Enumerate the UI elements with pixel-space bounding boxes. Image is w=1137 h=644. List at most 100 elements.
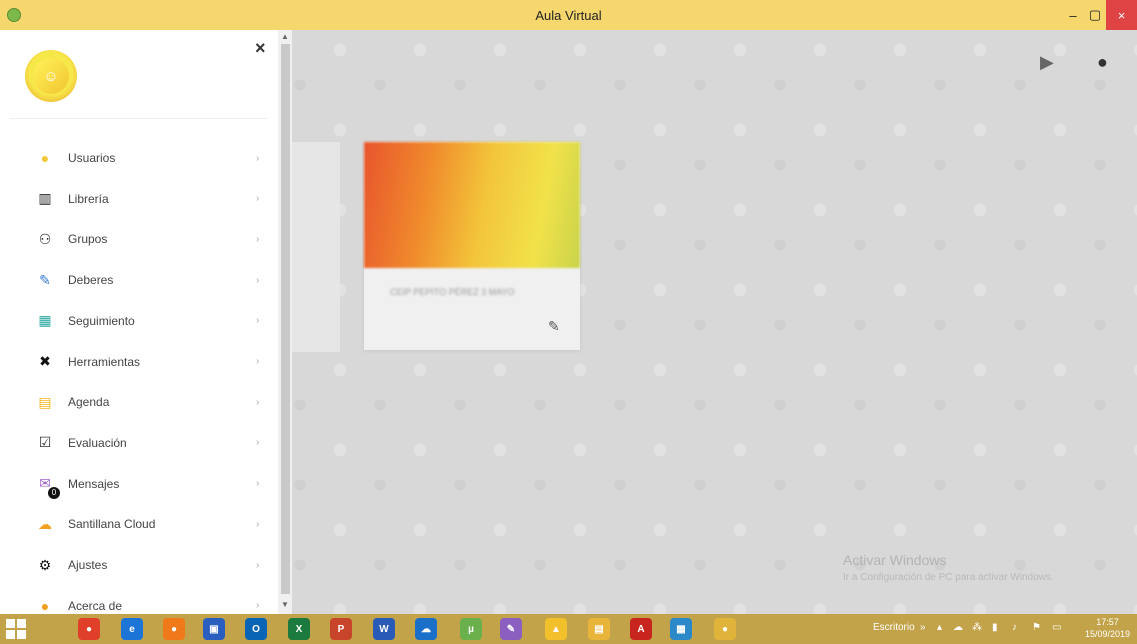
sidebar-item-libreria[interactable]: ▥ Librería › — [0, 179, 278, 219]
scroll-thumb[interactable] — [281, 44, 290, 594]
sidebar-item-label: Santillana Cloud — [68, 517, 156, 532]
chevron-right-icon: › — [256, 396, 260, 408]
chrome-active-icon[interactable]: ● — [714, 618, 736, 640]
folder-icon[interactable]: ▤ — [588, 618, 610, 640]
desktop-toolbar-label[interactable]: Escritorio — [873, 622, 915, 633]
firefox-icon[interactable]: ● — [163, 618, 185, 640]
clock-time: 17:57 — [1096, 617, 1119, 627]
chevron-right-icon: › — [256, 600, 260, 612]
volume-icon[interactable]: ♪ — [1012, 622, 1017, 633]
sidebar-item-herramientas[interactable]: ✖ Herramientas › — [0, 342, 278, 382]
partial-class-card[interactable] — [292, 142, 340, 352]
outlook-icon[interactable]: O — [245, 618, 267, 640]
onedrive-icon[interactable]: ☁ — [415, 618, 437, 640]
sidebar-item-label: Herramientas — [68, 354, 141, 369]
chart-calendar-icon: ▦ — [38, 312, 52, 329]
close-window-button[interactable]: × — [1106, 0, 1137, 30]
sidebar-item-santillana-cloud[interactable]: ☁ Santillana Cloud › — [0, 504, 278, 544]
battery-tray-icon[interactable]: ▮ — [992, 622, 998, 633]
gear-icon: ⚙ — [38, 556, 52, 573]
sidebar-item-agenda[interactable]: ▤ Agenda › — [0, 382, 278, 422]
chevron-right-icon: › — [256, 315, 260, 327]
sidebar-item-acerca-de[interactable]: ● Acerca de › — [0, 586, 278, 614]
sidebar-item-label: Grupos — [68, 232, 108, 247]
sidebar-item-ajustes[interactable]: ⚙ Ajustes › — [0, 545, 278, 585]
sidebar-item-label: Ajustes — [68, 558, 108, 572]
play-icon[interactable]: ▶ — [1040, 52, 1054, 73]
window-title: Aula Virtual — [535, 7, 602, 23]
sidebar-item-label: Evaluación — [68, 435, 127, 450]
sidebar-item-label: Deberes — [68, 273, 114, 288]
edit-icon[interactable]: ✎ — [548, 318, 560, 335]
activate-windows-title: Activar Windows — [843, 552, 947, 568]
sidebar-menu: ☺ × ● Usuarios › ▥ Librería › ⚇ Grupos › ✎ Deberes… — [0, 30, 278, 614]
cloud-tray-icon[interactable]: ☁ — [953, 622, 963, 633]
windows-start-button[interactable] — [6, 619, 26, 639]
utorrent-icon[interactable]: µ — [460, 618, 482, 640]
sidebar-item-seguimiento[interactable]: ▦ Seguimiento › — [0, 301, 278, 341]
chevron-right-icon: › — [256, 233, 260, 245]
drive-icon[interactable]: ▲ — [545, 618, 567, 640]
cloud-upload-icon: ☁ — [38, 515, 52, 532]
tray-overflow-chevron-icon[interactable]: » — [920, 622, 926, 633]
user-icon: ☺ — [33, 58, 69, 94]
sidebar-item-deberes[interactable]: ✎ Deberes › — [0, 260, 278, 300]
user-circle-icon: ● — [40, 150, 50, 166]
app-icon — [7, 8, 21, 22]
info-circle-icon: ● — [40, 597, 50, 614]
chevron-right-icon: › — [256, 274, 260, 286]
title-bar: Aula Virtual – ▢ × — [0, 0, 1137, 30]
sidebar-item-mensajes[interactable]: ✉ 0 Mensajes › — [0, 464, 278, 504]
chevron-right-icon: › — [256, 518, 260, 530]
word-icon[interactable]: W — [373, 618, 395, 640]
sidebar-item-grupos[interactable]: ⚇ Grupos › — [0, 219, 278, 259]
network-tray-icon[interactable]: ⁂ — [972, 622, 982, 633]
flag-icon[interactable]: ⚑ — [1032, 622, 1041, 633]
scroll-down-arrow[interactable]: ▼ — [281, 600, 289, 609]
chevron-right-icon: › — [256, 478, 260, 490]
sidebar-item-label: Librería — [68, 191, 109, 206]
sidebar-item-label: Usuarios — [68, 151, 116, 165]
chrome-icon[interactable]: ● — [78, 618, 100, 640]
taskbar: ● e ● ▣ O X P W ☁ µ ✎ ▲ ▤ A ▦ ● Escritorio » ▴ ☁ ⁂ ▮ ♪ … — [0, 614, 1137, 644]
taskbar-clock[interactable]: 17:57 15/09/2019 — [1085, 616, 1130, 640]
class-card[interactable]: CEIP PEPITO PÉREZ 3 MAYO ✎ — [364, 142, 580, 350]
tray-expand-icon[interactable]: ▴ — [937, 622, 942, 633]
sidebar-item-label: Agenda — [68, 395, 110, 410]
ie-icon[interactable]: e — [121, 618, 143, 640]
clipboard-icon: ☑ — [38, 434, 52, 451]
sidebar-item-label: Seguimiento — [68, 313, 135, 328]
chevron-right-icon: › — [256, 356, 260, 367]
profile-icon[interactable]: ● — [1097, 52, 1108, 73]
pencil-icon: ✎ — [39, 271, 51, 288]
paint-icon[interactable]: ✎ — [500, 618, 522, 640]
divider — [10, 118, 268, 119]
sidebar-item-usuarios[interactable]: ● Usuarios › — [0, 138, 278, 178]
unread-count-badge: 0 — [48, 486, 60, 499]
powerpoint-icon[interactable]: P — [330, 618, 352, 640]
scroll-up-arrow[interactable]: ▲ — [281, 32, 289, 41]
close-sidebar-button[interactable]: × — [255, 38, 266, 59]
tools-icon: ✖ — [39, 353, 51, 369]
minimize-button[interactable]: – — [1062, 0, 1084, 30]
clock-date: 15/09/2019 — [1085, 629, 1131, 639]
avatar[interactable]: ☺ — [25, 50, 77, 102]
acrobat-icon[interactable]: A — [630, 618, 652, 640]
maximize-button[interactable]: ▢ — [1084, 0, 1106, 30]
class-card-image — [364, 142, 580, 268]
notification-icon[interactable]: ▭ — [1052, 622, 1061, 633]
books-icon: ▥ — [38, 190, 52, 207]
agenda-icon: ▤ — [38, 393, 52, 410]
excel-icon[interactable]: X — [288, 618, 310, 640]
chevron-right-icon: › — [256, 152, 260, 164]
sidebar-item-label: Mensajes — [68, 476, 120, 491]
main-content: ▶ ● CEIP PEPITO PÉREZ 3 MAYO ✎ Activar W… — [0, 30, 1137, 614]
chevron-right-icon: › — [256, 437, 260, 449]
media-icon[interactable]: ▣ — [203, 618, 225, 640]
app-grid-icon[interactable]: ▦ — [670, 618, 692, 640]
class-card-title: CEIP PEPITO PÉREZ 3 MAYO — [390, 287, 515, 297]
activate-windows-subtitle: Ir a Configuración de PC para activar Wi… — [843, 572, 1054, 583]
chevron-right-icon: › — [256, 559, 260, 571]
group-icon: ⚇ — [38, 230, 52, 247]
sidebar-item-evaluacion[interactable]: ☑ Evaluación › — [0, 423, 278, 463]
